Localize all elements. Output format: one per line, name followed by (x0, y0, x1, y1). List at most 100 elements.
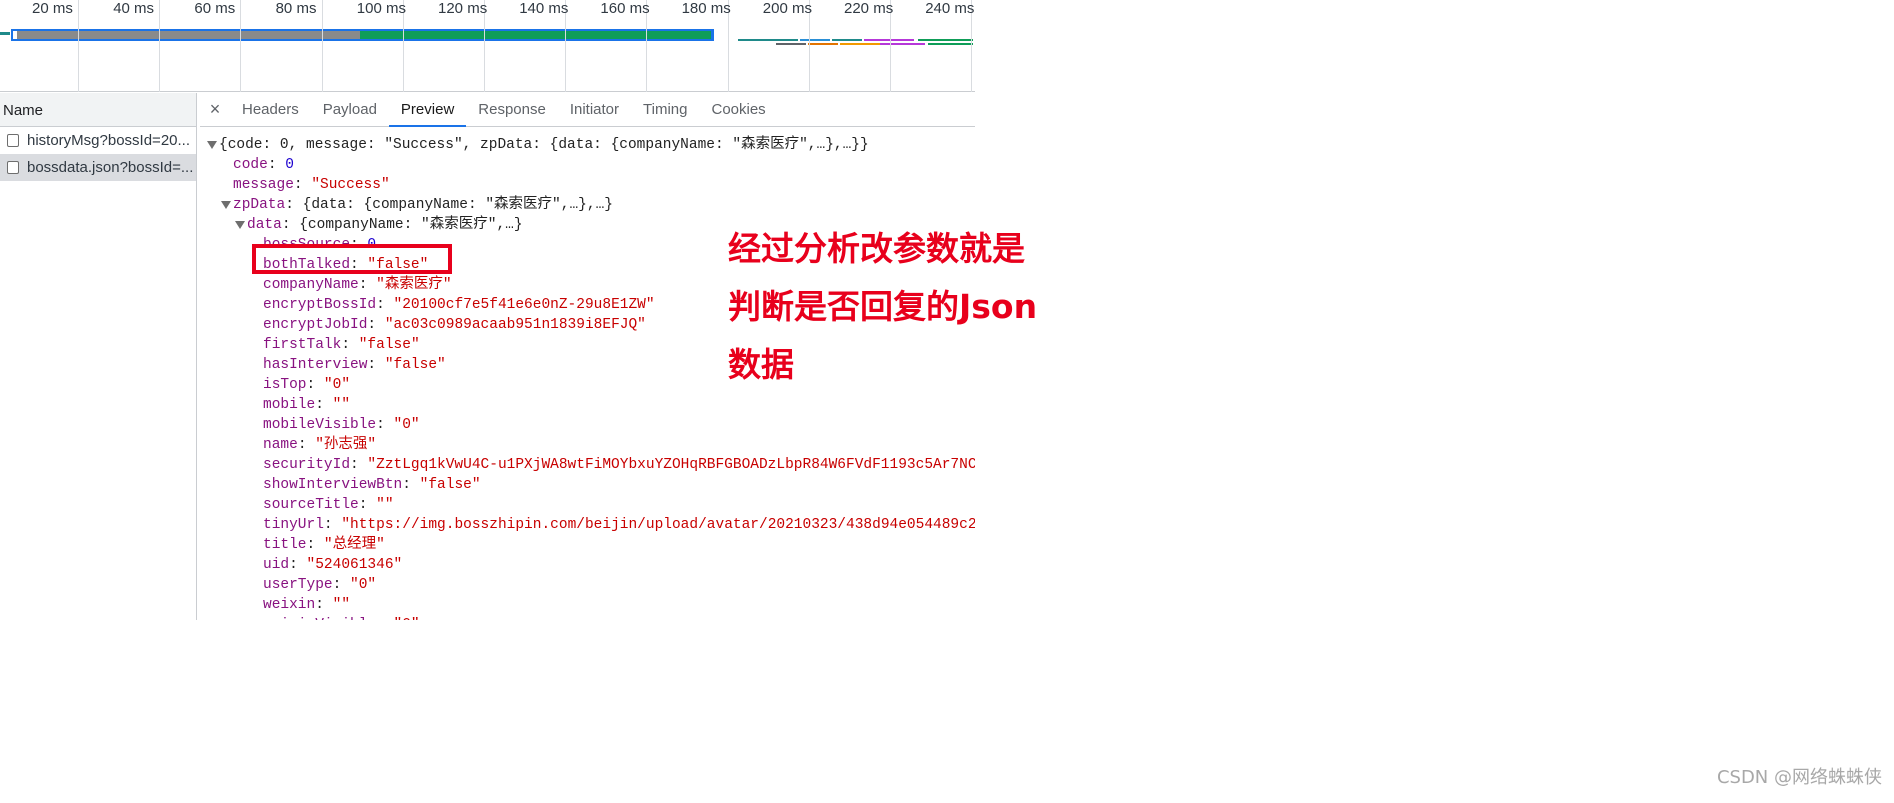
json-field-line: weixin: "" (263, 597, 351, 613)
json-value: "https://img.bosszhipin.com/beijin/uploa… (341, 517, 975, 533)
json-value: "ac03c0989acaab951n1839i8EFJQ" (384, 317, 646, 333)
request-bar-second-b (800, 39, 830, 41)
json-value: "" (332, 597, 351, 613)
tab-preview[interactable]: Preview (388, 93, 467, 127)
json-value: "0" (393, 417, 420, 433)
json-key: encryptBossId (263, 297, 377, 313)
tick-line (78, 0, 79, 92)
tick-label: 40 ms (113, 0, 155, 17)
expand-triangle-icon[interactable] (207, 141, 217, 149)
json-value: "ZztLgq1kVwU4C-u1PXjWA8wtFiMOYbxuYZOHqRB… (367, 457, 975, 473)
tick-label: 120 ms (438, 0, 488, 17)
tick-label: 80 ms (275, 0, 317, 17)
request-bar-second-a (738, 39, 798, 41)
json-root-line[interactable]: {code: 0, message: "Success", zpData: {d… (200, 135, 975, 155)
tab-initiator[interactable]: Initiator (558, 93, 631, 126)
json-key: hasInterview (263, 357, 368, 373)
request-row[interactable]: historyMsg?bossId=20... (0, 127, 196, 154)
json-value: "0" (323, 377, 351, 393)
json-key: encryptJobId (263, 317, 368, 333)
json-key: tinyUrl (263, 517, 324, 533)
tick-label: 220 ms (844, 0, 894, 17)
json-object-line[interactable]: zpData: {data: {companyName: "森索医疗",…},…… (200, 195, 975, 215)
detail-tabs: × Headers Payload Preview Response Initiator… (200, 93, 975, 127)
request-bar-left-stub (0, 32, 10, 35)
json-key: code (233, 157, 268, 173)
json-value: 0 (285, 157, 294, 173)
request-name: historyMsg?bossId=20... (27, 132, 191, 149)
tick-label: 240 ms (925, 0, 975, 17)
json-key: name (263, 437, 298, 453)
tab-timing[interactable]: Timing (631, 93, 699, 126)
request-bar-second-d (864, 39, 914, 41)
json-field-line: code: 0 (233, 157, 294, 173)
highlight-box (252, 244, 452, 274)
tick-label: 100 ms (356, 0, 406, 17)
json-field-line: sourceTitle: "" (263, 497, 394, 513)
json-key: weixin (263, 597, 316, 613)
json-key: mobileVisible (263, 417, 377, 433)
tab-cookies[interactable]: Cookies (699, 93, 777, 126)
json-field-line: name: "孙志强" (263, 437, 377, 453)
request-bar-third-b (808, 43, 838, 45)
tick-label: 60 ms (194, 0, 236, 17)
json-summary: {data: {companyName: "森索医疗",…},…} (302, 197, 613, 213)
json-key: companyName (263, 277, 359, 293)
json-summary: {companyName: "森索医疗",…} (299, 217, 523, 233)
json-field-line: tinyUrl: "https://img.bosszhipin.com/bei… (200, 515, 975, 535)
json-field-line: mobile: "" (263, 397, 351, 413)
json-value: "524061346" (306, 557, 403, 573)
json-field-line: message: "Success" (233, 177, 390, 193)
json-field-line: weixinVisible: "0" (200, 615, 975, 620)
json-key: title (263, 537, 307, 553)
json-key: isTop (263, 377, 307, 393)
request-list-header[interactable]: Name (0, 93, 196, 127)
json-value: "0" (394, 617, 420, 620)
json-summary: {code: 0, message: "Success", zpData: {d… (219, 137, 869, 153)
request-bar-third-d (880, 43, 925, 45)
expand-triangle-icon[interactable] (235, 221, 245, 229)
json-value: "孙志强" (315, 437, 377, 453)
tab-payload[interactable]: Payload (311, 93, 389, 126)
tick-label: 140 ms (519, 0, 569, 17)
json-key: firstTalk (263, 337, 342, 353)
json-value: "" (376, 497, 394, 513)
json-key: zpData (233, 197, 286, 213)
tick-label: 200 ms (762, 0, 812, 17)
json-field-line: userType: "0" (263, 577, 377, 593)
json-value: "森索医疗" (376, 277, 452, 293)
json-field-line: title: "总经理" (263, 537, 385, 553)
json-field-line: securityId: "ZztLgq1kVwU4C-u1PXjWA8wtFiM… (200, 455, 975, 475)
tick-line (159, 0, 161, 92)
tab-headers[interactable]: Headers (230, 93, 311, 126)
json-key: message (233, 177, 294, 193)
json-key: uid (263, 557, 290, 573)
tick-line (321, 0, 323, 92)
annotation-line: 经过分析改参数就是 (728, 229, 1025, 268)
timeline-overview[interactable]: 20 ms 40 ms 60 ms 80 ms 100 ms 120 ms 140 ms 16… (0, 0, 975, 92)
json-value: "false" (419, 477, 481, 493)
close-icon[interactable]: × (200, 93, 230, 126)
json-field-line: uid: "524061346" (263, 557, 403, 573)
tab-response[interactable]: Response (466, 93, 558, 126)
request-bar-third-e (928, 43, 973, 45)
request-checkbox[interactable] (7, 134, 19, 147)
json-key: data (247, 217, 282, 233)
annotation-line: 判断是否回复的Json (728, 287, 1038, 326)
tick-label: 20 ms (32, 0, 73, 17)
json-value: "Success" (311, 177, 390, 193)
tick-label: 160 ms (600, 0, 650, 17)
json-field-line: mobileVisible: "0" (263, 417, 420, 433)
request-checkbox[interactable] (7, 161, 19, 174)
request-row[interactable]: bossdata.json?bossId=... (0, 154, 196, 181)
json-value: "false" (358, 337, 420, 353)
tick-line (240, 0, 242, 92)
json-field-line: showInterviewBtn: "false" (263, 477, 481, 493)
request-bar-third-a (776, 43, 806, 45)
annotation-line: 数据 (728, 345, 794, 384)
request-bar-second-c (832, 39, 862, 41)
request-bar-main-waiting (15, 31, 360, 39)
json-value: "20100cf7e5f41e6e0nZ-29u8E1ZW" (393, 297, 655, 313)
expand-triangle-icon[interactable] (221, 201, 231, 209)
json-key: mobile (263, 397, 316, 413)
